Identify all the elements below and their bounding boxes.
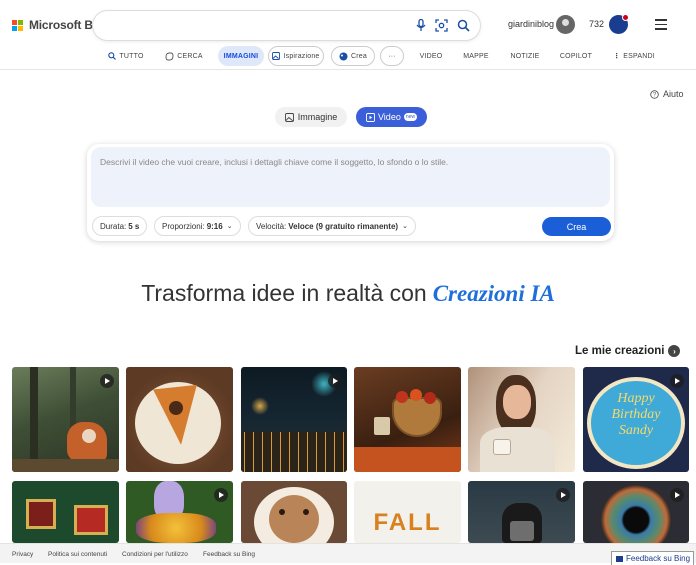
creation-thumbnail[interactable] [583, 481, 689, 543]
headline: Trasforma idee in realtà con Creazioni IA [0, 280, 696, 307]
help-link[interactable]: ? Aiuto [650, 89, 684, 99]
my-creations-title: Le mie creazioni [575, 345, 665, 357]
aspect-ratio-selector[interactable]: Proporzioni: 9:16 ⌄ [154, 216, 241, 236]
hamburger-icon[interactable] [655, 19, 667, 33]
headline-brand: Creazioni IA [432, 281, 555, 306]
prompt-textarea[interactable]: Descrivi il video che vuoi creare, inclu… [91, 147, 610, 207]
play-icon [670, 374, 684, 388]
duration-selector[interactable]: Durata: 5 s [92, 216, 148, 236]
tab-label: VIDEO [419, 52, 443, 60]
fall-text: FALL [373, 509, 442, 536]
create-button[interactable]: Crea [542, 217, 611, 236]
tab-label: MAPPE [463, 52, 489, 60]
tab-label: NOTIZIE [510, 52, 540, 60]
play-icon [556, 488, 570, 502]
tab-mappe[interactable]: MAPPE [460, 46, 492, 66]
chevron-down-icon: ⌄ [226, 223, 233, 230]
mode-video-label: Video [377, 112, 401, 122]
speed-label: Velocità: [256, 221, 287, 231]
footer-link-feedback[interactable]: Feedback su Bing [203, 551, 255, 558]
prompt-placeholder: Descrivi il video che vuoi creare, inclu… [100, 157, 449, 167]
play-icon [100, 374, 114, 388]
ratio-value: 9:16 [206, 221, 223, 231]
cake-text: Happy [617, 391, 655, 406]
tab-label: ESPANDI [623, 52, 655, 60]
tab-label: COPILOT [559, 52, 593, 60]
creation-thumbnail[interactable] [354, 367, 461, 472]
duration-label: Durata: [100, 221, 127, 231]
tab-label: CERCA [177, 52, 203, 60]
image-icon [284, 112, 294, 122]
speed-value: Veloce (9 gratuito rimanente) [288, 221, 399, 231]
my-creations-link[interactable]: Le mie creazioni › [575, 345, 681, 357]
creation-thumbnail[interactable]: Happy Birthday Sandy [583, 367, 689, 472]
search-icon[interactable] [455, 17, 472, 34]
cake-text: Sandy [618, 423, 654, 438]
more-vertical-icon: ⋮ [613, 53, 621, 60]
tab-copilot[interactable]: COPILOT [558, 46, 594, 66]
footer-link-privacy[interactable]: Privacy [12, 551, 33, 558]
tab-label: Crea [351, 52, 367, 60]
creation-thumbnail[interactable] [468, 367, 575, 472]
tab-espandi[interactable]: ⋮ ESPANDI [612, 46, 656, 66]
header: Microsoft Bing giardiniblog 732 TUTTO CE… [0, 0, 696, 70]
ratio-label: Proporzioni: [162, 221, 205, 231]
tab-ispirazione[interactable]: Ispirazione [268, 46, 324, 66]
help-label: Aiuto [663, 89, 684, 99]
reward-points[interactable]: 732 [589, 19, 604, 29]
creation-thumbnail[interactable] [12, 367, 119, 472]
more-tabs-button[interactable]: ··· [380, 46, 404, 66]
creation-thumbnail[interactable]: FALL [354, 481, 461, 543]
tab-immagini[interactable]: IMMAGINI [218, 46, 264, 66]
image-icon [272, 52, 281, 60]
footer: Privacy Politica sui contenuti Condizion… [0, 543, 696, 563]
tab-video[interactable]: VIDEO [415, 46, 447, 66]
rewards-trophy-icon[interactable] [609, 14, 629, 34]
tab-notizie[interactable]: NOTIZIE [506, 46, 544, 66]
creation-thumbnail[interactable] [468, 481, 575, 543]
copilot-icon [165, 52, 174, 60]
tab-tutto[interactable]: TUTTO [104, 46, 148, 66]
creation-thumbnail[interactable] [241, 367, 347, 472]
feedback-label: Feedback su Bing [626, 554, 691, 563]
nav-bar: TUTTO CERCA IMMAGINI Ispirazione Crea ··… [0, 46, 696, 68]
mode-image-button[interactable]: Immagine [275, 107, 347, 127]
arrow-right-icon: › [668, 345, 681, 357]
avatar[interactable] [556, 15, 575, 34]
tab-label: Ispirazione [283, 52, 320, 60]
play-icon [670, 488, 684, 502]
chevron-down-icon: ⌄ [402, 223, 408, 230]
play-icon [328, 374, 342, 388]
tab-crea[interactable]: Crea [331, 46, 375, 66]
creation-thumbnail[interactable] [126, 367, 233, 472]
user-name[interactable]: giardiniblog [508, 19, 554, 29]
more-dots-icon: ··· [388, 52, 396, 60]
microphone-icon[interactable] [412, 17, 429, 34]
play-icon [214, 488, 228, 502]
visual-search-icon[interactable] [433, 17, 450, 34]
video-icon [366, 112, 375, 122]
footer-link-terms[interactable]: Condizioni per l'utilizzo [122, 551, 188, 558]
search-icon [108, 52, 117, 60]
cake-text: Birthday [611, 407, 661, 422]
microsoft-logo-icon [12, 19, 23, 31]
creation-thumbnail[interactable] [12, 481, 119, 543]
search-input[interactable] [93, 11, 480, 40]
duration-value: 5 s [128, 221, 140, 231]
tab-cerca[interactable]: CERCA [160, 46, 208, 66]
help-icon: ? [650, 89, 659, 99]
speed-selector[interactable]: Velocità: Veloce (9 gratuito rimanente) … [248, 216, 416, 236]
headline-text: Trasforma idee in realtà con [141, 280, 427, 306]
new-badge: new [403, 113, 418, 121]
tab-label: TUTTO [119, 52, 144, 60]
footer-link-content-policy[interactable]: Politica sui contenuti [48, 551, 107, 558]
creation-thumbnail[interactable] [241, 481, 347, 543]
mode-image-label: Immagine [297, 112, 338, 122]
creation-thumbnail[interactable] [126, 481, 233, 543]
tab-label: IMMAGINI [223, 52, 259, 60]
mode-video-button[interactable]: Video new [356, 107, 427, 127]
paint-icon [339, 52, 348, 60]
